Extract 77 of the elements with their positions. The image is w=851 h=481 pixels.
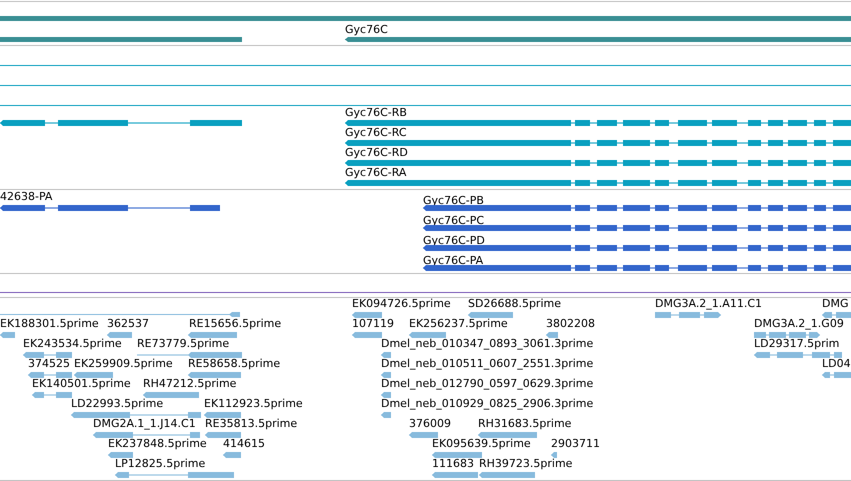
feature-glyph [0,332,15,338]
feature-label: RE73779.5prime [137,338,230,350]
feature-glyph [822,372,851,378]
feature-glyph [822,312,851,318]
feature-label: Gyc76C-PB [423,195,484,207]
feature-glyph [188,372,241,378]
feature-label: Gyc76C [345,24,388,36]
feature-glyph [551,452,557,458]
feature-glyph [28,372,72,378]
feature-label: EK259909.5prime [74,358,173,370]
feature-glyph [74,372,113,378]
feature-label: 362537 [107,318,149,330]
feature-label: RE35813.5prime [205,418,298,430]
feature-glyph [381,352,391,358]
feature-label: Dmel_neb_010347_0893_3061.3prime [381,338,594,350]
feature-label: EK188301.5prime [0,318,99,330]
feature-label: LD22993.5prime [71,398,164,410]
feature-glyph [352,312,382,318]
feature-glyph [468,312,513,318]
feature-label: LP12825.5prime [115,458,206,470]
feature-label: RH31683.5prime [478,418,572,430]
feature-label: DMG3A.2_1.G09 [754,318,844,330]
feature-label: RH39723.5prime [479,458,572,470]
feature-label: SD26688.5prime [468,298,561,310]
feature-label: EK095639.5prime [432,438,531,450]
feature-label: RH47212.5prime [143,378,236,390]
feature-glyph [32,392,72,398]
feature-glyph [23,352,72,358]
feature-label: 42638-PA [0,191,52,203]
feature-label: RE15656.5prime [189,318,282,330]
feature-label: Dmel_neb_012790_0597_0629.3prime [381,378,594,390]
feature-label: Gyc76C-RB [345,107,407,119]
feature-label: Dmel_neb_010511_0607_2551.3prime [381,358,594,370]
feature-label: 111683 [432,458,474,470]
feature-label: 107119 [352,318,394,330]
feature-glyph [381,412,391,418]
feature-label: Gyc76C-RA [345,167,406,179]
feature-glyph [546,332,558,338]
feature-label: 376009 [409,418,451,430]
feature-label: DMG3A.2_1.A11.C1 [655,298,762,310]
feature-glyph [409,332,446,338]
feature-glyph [188,332,237,338]
feature-label: Gyc76C-PD [423,235,485,247]
feature-glyph [381,392,391,398]
feature-glyph [108,452,133,458]
feature-glyph [381,372,391,378]
feature-label: DMG2A.1_1.J14.C1 [93,418,196,430]
feature-label: Gyc76C-PC [423,215,484,227]
feature-label: EK237848.5prime [108,438,207,450]
feature-label: 2903711 [551,438,600,450]
feature-glyph [655,312,721,318]
feature-glyph [223,452,241,458]
feature-label: DMG [822,298,848,310]
feature-label: Gyc76C-RC [345,127,407,139]
feature-label: RE58658.5prime [188,358,280,370]
feature-glyph [205,432,241,438]
feature-label: LD04 [822,358,851,370]
feature-glyph [478,432,537,438]
feature-label: EK112923.5prime [204,398,303,410]
feature-glyph [204,412,241,418]
feature-label: 3802208 [546,318,595,330]
feature-label: Gyc76C-PA [423,255,484,267]
feature-glyph [432,452,482,458]
feature-glyph [107,332,132,338]
feature-label: 414615 [223,438,265,450]
feature-label: EK256237.5prime [409,318,508,330]
feature-label: LD29317.5prim [754,338,840,350]
feature-glyph [352,332,382,338]
feature-label: EK094726.5prime [352,298,451,310]
feature-label: Gyc76C-RD [345,147,408,159]
feature-glyph [409,432,438,438]
feature-glyph [754,332,820,338]
feature-label: EK140501.5prime [32,378,131,390]
feature-label: Dmel_neb_010929_0825_2906.3prime [381,398,594,410]
feature-glyph [143,392,199,398]
feature-label: EK243534.5prime [23,338,122,350]
feature-label: 374525 [28,358,70,370]
